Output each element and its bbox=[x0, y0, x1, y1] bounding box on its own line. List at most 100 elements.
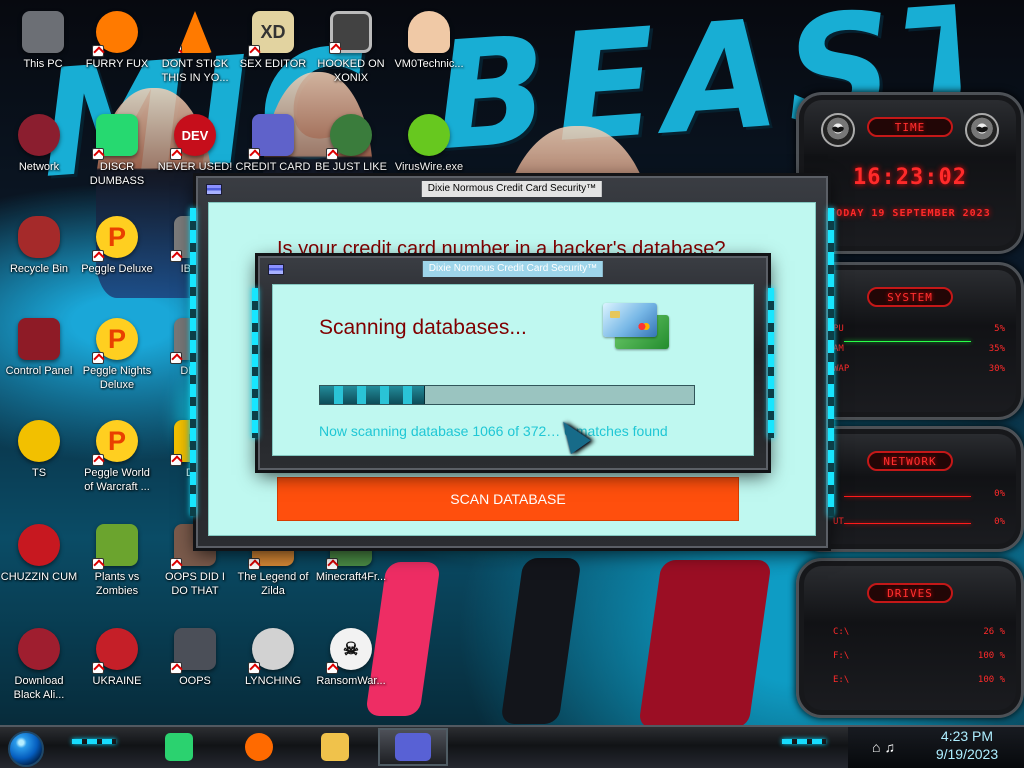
folder-icon bbox=[321, 733, 349, 761]
desktop-icon[interactable]: UKRAINE bbox=[78, 622, 156, 714]
network-row-value: 0% bbox=[994, 489, 1005, 499]
desktop-icon[interactable]: Download Black Ali... bbox=[0, 622, 78, 714]
clock-time[interactable]: 4:23 PM bbox=[930, 728, 1004, 744]
window-title: Dixie Normous Credit Card Security™ bbox=[421, 181, 603, 197]
desktop-icon-label: NEVER USED! bbox=[157, 161, 233, 173]
taskbar-discord-button[interactable] bbox=[150, 728, 208, 766]
firefox-icon bbox=[92, 11, 138, 57]
taskbar-file-explorer-button[interactable] bbox=[306, 728, 364, 766]
desktop-icon-label: This PC bbox=[23, 58, 63, 70]
desktop-icon[interactable]: DONT STICK THIS IN YO... bbox=[156, 5, 234, 97]
drive-row-label: E:\ bbox=[833, 675, 850, 685]
desktop-icon-label: TS bbox=[31, 467, 47, 479]
desktop-icon-label: OOPS bbox=[179, 675, 211, 687]
desktop-icon[interactable]: VM0Technic... bbox=[390, 5, 468, 97]
firefox-icon bbox=[245, 733, 273, 761]
system-row-value: 5% bbox=[994, 324, 1005, 334]
dev-icon: DEV bbox=[170, 114, 216, 160]
network-row: 0% bbox=[833, 486, 1005, 502]
system-row-label: PU bbox=[833, 324, 844, 334]
desktop-icon[interactable]: P Peggle Nights Deluxe bbox=[78, 312, 156, 404]
network-gadget-title: NETWORK bbox=[867, 451, 953, 471]
desktop-icon[interactable]: OOPS bbox=[156, 622, 234, 714]
desktop-icon[interactable]: Plants vs Zombies bbox=[78, 518, 156, 610]
desktop-icon-label: CREDIT CARD bbox=[235, 161, 311, 173]
taskbar-cyan-light bbox=[782, 739, 826, 744]
scan-progress-fill bbox=[320, 386, 425, 404]
desktop-icon[interactable]: XD SEX EDITOR bbox=[234, 5, 312, 97]
desktop-icon[interactable]: CHUZZIN CUM bbox=[0, 518, 78, 610]
desktop-icon[interactable]: HOOKED ON XONIX bbox=[312, 5, 390, 97]
start-button[interactable] bbox=[8, 731, 44, 767]
peggle-icon: P bbox=[92, 420, 138, 466]
network-row-value: 0% bbox=[994, 517, 1005, 527]
desktop-icon[interactable]: This PC bbox=[4, 5, 82, 97]
desktop-icon[interactable]: P Peggle Deluxe bbox=[78, 210, 156, 302]
terminal-icon bbox=[170, 628, 216, 674]
fuzzy-creature-icon bbox=[18, 524, 60, 566]
desktop-icon-label: BE JUST LIKE bbox=[315, 161, 387, 173]
network-icon bbox=[18, 114, 60, 156]
game-grid-icon bbox=[329, 11, 372, 54]
wallpaper-leg-three bbox=[638, 560, 772, 728]
skull-icon: ☠ bbox=[326, 628, 372, 674]
drive-row-value: 100 % bbox=[977, 651, 1005, 661]
time-gadget-clock: 16:23:02 bbox=[853, 165, 967, 190]
desktop-icon[interactable]: TS bbox=[0, 414, 78, 506]
system-tray: ⌂♫ 4:23 PM 9/19/2023 bbox=[848, 727, 1024, 768]
credit-card-icon bbox=[248, 114, 294, 160]
card-chip-icon bbox=[610, 311, 620, 318]
desktop-icon[interactable]: FURRY FUX bbox=[78, 5, 156, 97]
desktop-icon[interactable]: LYNCHING bbox=[234, 622, 312, 714]
desktop-icon-label: LYNCHING bbox=[244, 675, 302, 687]
credit-cards-icon bbox=[603, 303, 673, 351]
desktop-icon[interactable]: P Peggle World of Warcraft ... bbox=[78, 414, 156, 506]
drive-row-label: F:\ bbox=[833, 651, 850, 661]
peggle-icon: P bbox=[92, 318, 138, 364]
desktop-icon[interactable]: Network bbox=[0, 108, 78, 200]
drive-row-value: 26 % bbox=[983, 627, 1005, 637]
desktop-icon-label: Download Black Ali... bbox=[13, 675, 65, 701]
system-row: WAP 30% bbox=[833, 361, 1005, 377]
desktop-icon-label: UKRAINE bbox=[92, 675, 142, 687]
tray-icons: ⌂♫ bbox=[872, 739, 899, 755]
network-row-label: UT bbox=[833, 517, 844, 527]
drives-gadget[interactable]: DRIVES C:\ 26 % F:\ 100 % E:\ 100 % bbox=[796, 558, 1024, 718]
scanning-heading: Scanning databases... bbox=[319, 316, 527, 339]
mastercard-logo-icon bbox=[637, 322, 651, 331]
desktop-icon-label: Control Panel bbox=[5, 365, 73, 377]
taskbar-firefox-button[interactable] bbox=[230, 728, 288, 766]
volume-icon[interactable]: ♫ bbox=[884, 739, 899, 755]
scanning-window[interactable]: Dixie Normous Credit Card Security™ Scan… bbox=[252, 256, 774, 470]
drive-row: F:\ 100 % bbox=[833, 648, 1005, 664]
scan-status: Now scanning database 1066 of 372… 0 mat… bbox=[319, 423, 668, 439]
desktop-icon[interactable]: Control Panel bbox=[0, 312, 78, 404]
credit-card-icon bbox=[395, 733, 431, 761]
desktop-icon[interactable]: ☠ RansomWar... bbox=[312, 622, 390, 714]
window-title: Dixie Normous Credit Card Security™ bbox=[422, 261, 604, 277]
network-icon[interactable]: ⌂ bbox=[872, 739, 884, 755]
system-row-label: AM bbox=[833, 344, 844, 354]
taskbar-credit-card-button[interactable] bbox=[378, 728, 448, 766]
desktop-icon-label: VM0Technic... bbox=[394, 58, 464, 70]
credit-card-icon bbox=[206, 184, 222, 195]
desktop-icon-label: DISCR DUMBASS bbox=[89, 161, 145, 187]
control-panel-icon bbox=[18, 318, 60, 360]
desktop-icon-label: FURRY FUX bbox=[85, 58, 149, 70]
traffic-cone-icon bbox=[178, 11, 212, 53]
system-row-label: WAP bbox=[833, 364, 850, 374]
scan-database-button[interactable]: SCAN DATABASE bbox=[277, 477, 739, 521]
discord-icon bbox=[92, 114, 138, 160]
desktop-icon-label: Network bbox=[18, 161, 60, 173]
alien-icon bbox=[18, 628, 60, 670]
lime-icon bbox=[408, 114, 450, 156]
plant-icon bbox=[92, 524, 138, 570]
drive-row: E:\ 100 % bbox=[833, 672, 1005, 688]
desktop-icon[interactable]: Recycle Bin bbox=[0, 210, 78, 302]
desktop-icon-label: CHUZZIN CUM bbox=[0, 571, 78, 583]
clock-date[interactable]: 9/19/2023 bbox=[930, 746, 1004, 762]
system-gadget-title: SYSTEM bbox=[867, 287, 953, 307]
desktop-icon[interactable]: DISCR DUMBASS bbox=[78, 108, 156, 200]
desktop-icon-label: Peggle World of Warcraft ... bbox=[84, 467, 150, 493]
discord-icon bbox=[165, 733, 193, 761]
